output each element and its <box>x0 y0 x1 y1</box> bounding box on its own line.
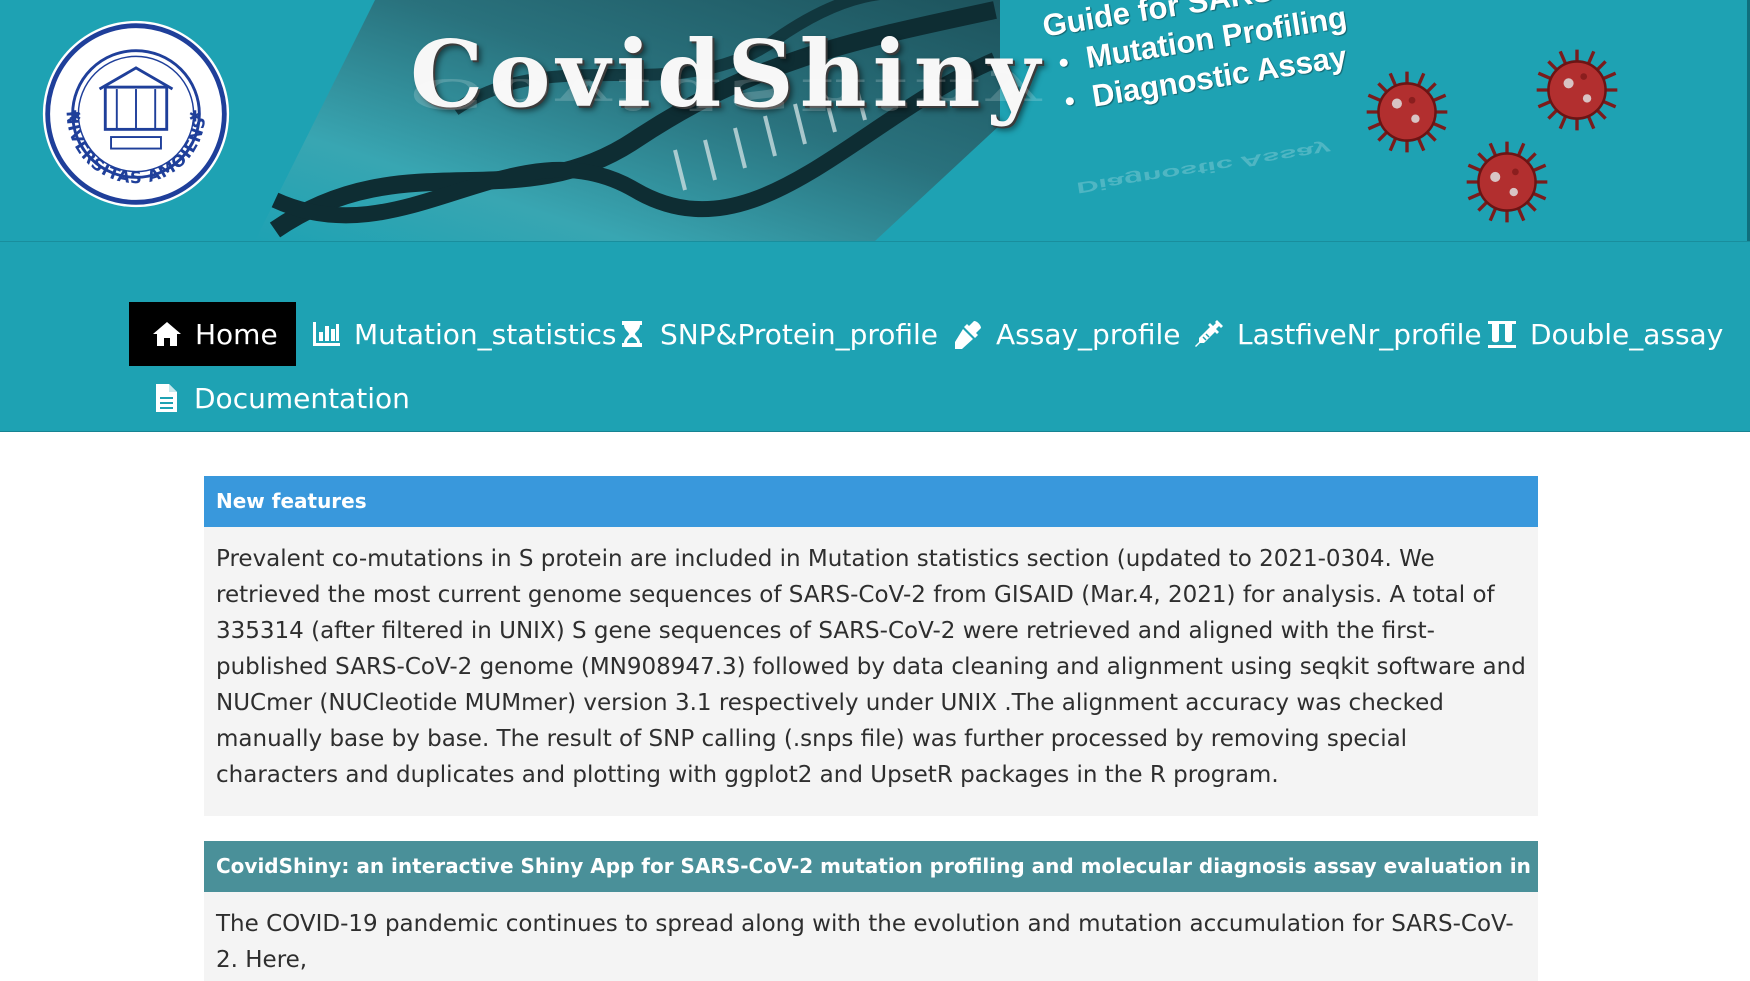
nav-item-mutation-statistics[interactable]: Mutation_statistics <box>308 302 617 366</box>
hourglass-icon <box>614 316 650 352</box>
test-tubes-icon <box>1484 316 1520 352</box>
nav-item-home[interactable]: Home <box>129 302 296 366</box>
panel-heading-new-features: New features <box>204 476 1538 527</box>
virus-icon <box>1536 49 1618 131</box>
svg-text:✱: ✱ <box>189 108 202 126</box>
nav-item-assay-profile[interactable]: Assay_profile <box>950 302 1181 366</box>
syringe-icon <box>1191 316 1227 352</box>
new-features-panel: New features Prevalent co-mutations in S… <box>204 476 1538 816</box>
guide-tagline: Guide for SARS-CoV-2 Mutation Profiling … <box>1040 0 1374 123</box>
panel-body-covidshiny-intro: The COVID-19 pandemic continues to sprea… <box>216 911 1514 973</box>
university-seal-logo: UNIVERSITAS AMOIENSIS ✱ ✱ <box>40 18 230 208</box>
nav-item-snp-protein-profile[interactable]: SNP&Protein_profile <box>614 302 938 366</box>
title-logo-reflection: CovidShiny <box>410 69 1046 118</box>
nav-label-home: Home <box>195 317 278 351</box>
header-banner: UNIVERSITAS AMOIENSIS ✱ ✱ <box>0 0 1750 241</box>
virus-icon <box>1466 141 1548 223</box>
nav-label-mutation-statistics: Mutation_statistics <box>354 317 617 351</box>
bar-chart-icon <box>308 316 344 352</box>
main-navbar: Home Mutation_statistics SNP&Protein_pro… <box>0 241 1750 432</box>
guide-reflection: Diagnostic Assay <box>1075 139 1333 198</box>
home-icon <box>149 316 185 352</box>
covidshiny-intro-panel: CovidShiny: an interactive Shiny App for… <box>204 841 1538 981</box>
nav-label-snp-protein-profile: SNP&Protein_profile <box>660 317 939 351</box>
nav-item-documentation[interactable]: Documentation <box>148 366 410 430</box>
nav-label-lastfivenr-profile: LastfiveNr_profile <box>1237 317 1482 351</box>
nav-label-double-assay: Double_assay <box>1530 317 1724 351</box>
nav-item-lastfivenr-profile[interactable]: LastfiveNr_profile <box>1191 302 1482 366</box>
virus-icon <box>1366 71 1448 153</box>
svg-text:✱: ✱ <box>69 108 82 126</box>
nav-item-double-assay[interactable]: Double_assay <box>1484 302 1723 366</box>
panel-heading-covidshiny-intro: CovidShiny: an interactive Shiny App for… <box>204 841 1538 892</box>
nav-label-assay-profile: Assay_profile <box>996 317 1181 351</box>
file-icon <box>148 380 184 416</box>
eyedropper-icon <box>950 316 986 352</box>
nav-label-documentation: Documentation <box>194 381 410 415</box>
panel-body-new-features: Prevalent co-mutations in S protein are … <box>216 546 1526 788</box>
